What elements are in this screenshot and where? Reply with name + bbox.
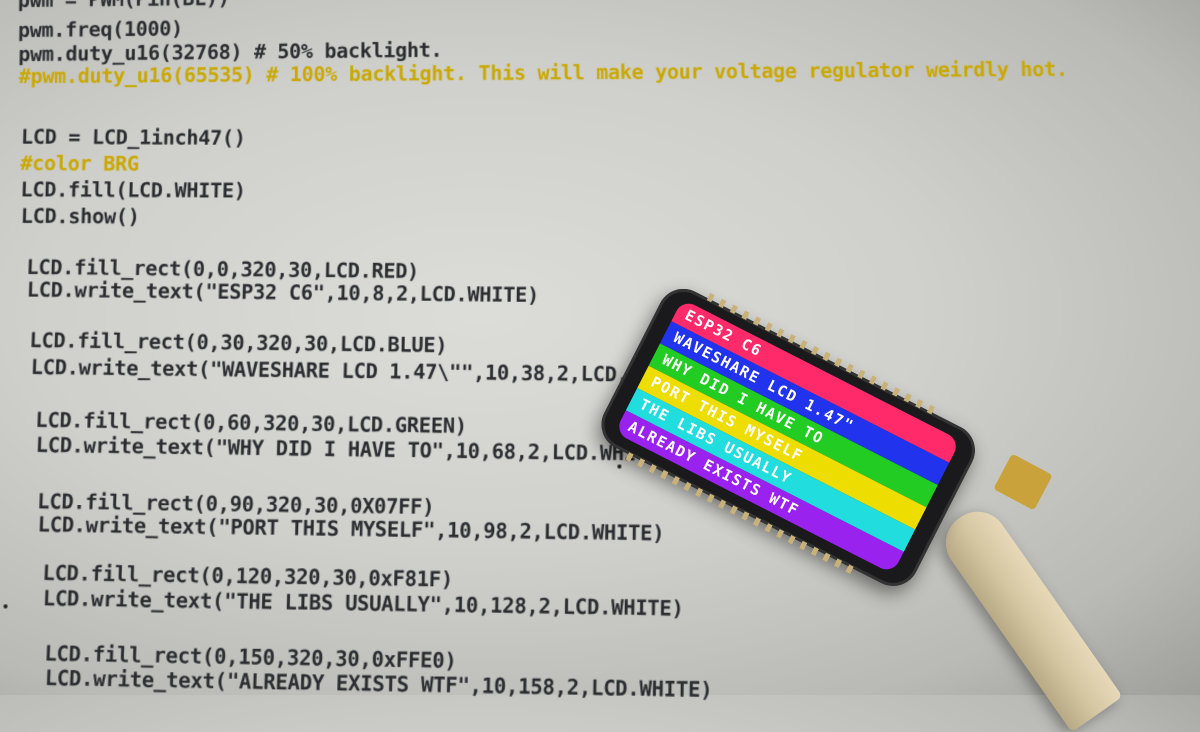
code-line-19: LCD.write_text("ALREADY EXISTS WTF",10,1… [44, 665, 712, 703]
cursor-dot [617, 464, 621, 468]
code-line-4: LCD = LCD_1inch47() [21, 124, 246, 149]
code-line-13: LCD.write_text("WHY DID I HAVE TO",10,68… [35, 432, 672, 466]
code-line-1: pwm.freq(1000) [18, 16, 183, 42]
cursor-dot [3, 604, 7, 608]
code-line-9: LCD.write_text("ESP32 C6",10,8,2,LCD.WHI… [26, 277, 539, 307]
code-line-6: LCD.fill(LCD.WHITE) [20, 177, 246, 203]
code-line-10: LCD.fill_rect(0,30,320,30,LCD.BLUE) [29, 327, 448, 357]
code-line-7: LCD.show() [20, 204, 139, 229]
code-line-11: LCD.write_text("WAVESHARE LCD 1.47\"",10… [30, 354, 628, 386]
code-line-5: #color BRG [20, 151, 139, 176]
code-line-17: LCD.write_text("THE LIBS USUALLY",10,128… [42, 585, 684, 621]
code-line-0: pwm = PWM(Pin(BL)) [18, 0, 230, 12]
code-line-15: LCD.write_text("PORT THIS MYSELF",10,98,… [37, 512, 664, 546]
